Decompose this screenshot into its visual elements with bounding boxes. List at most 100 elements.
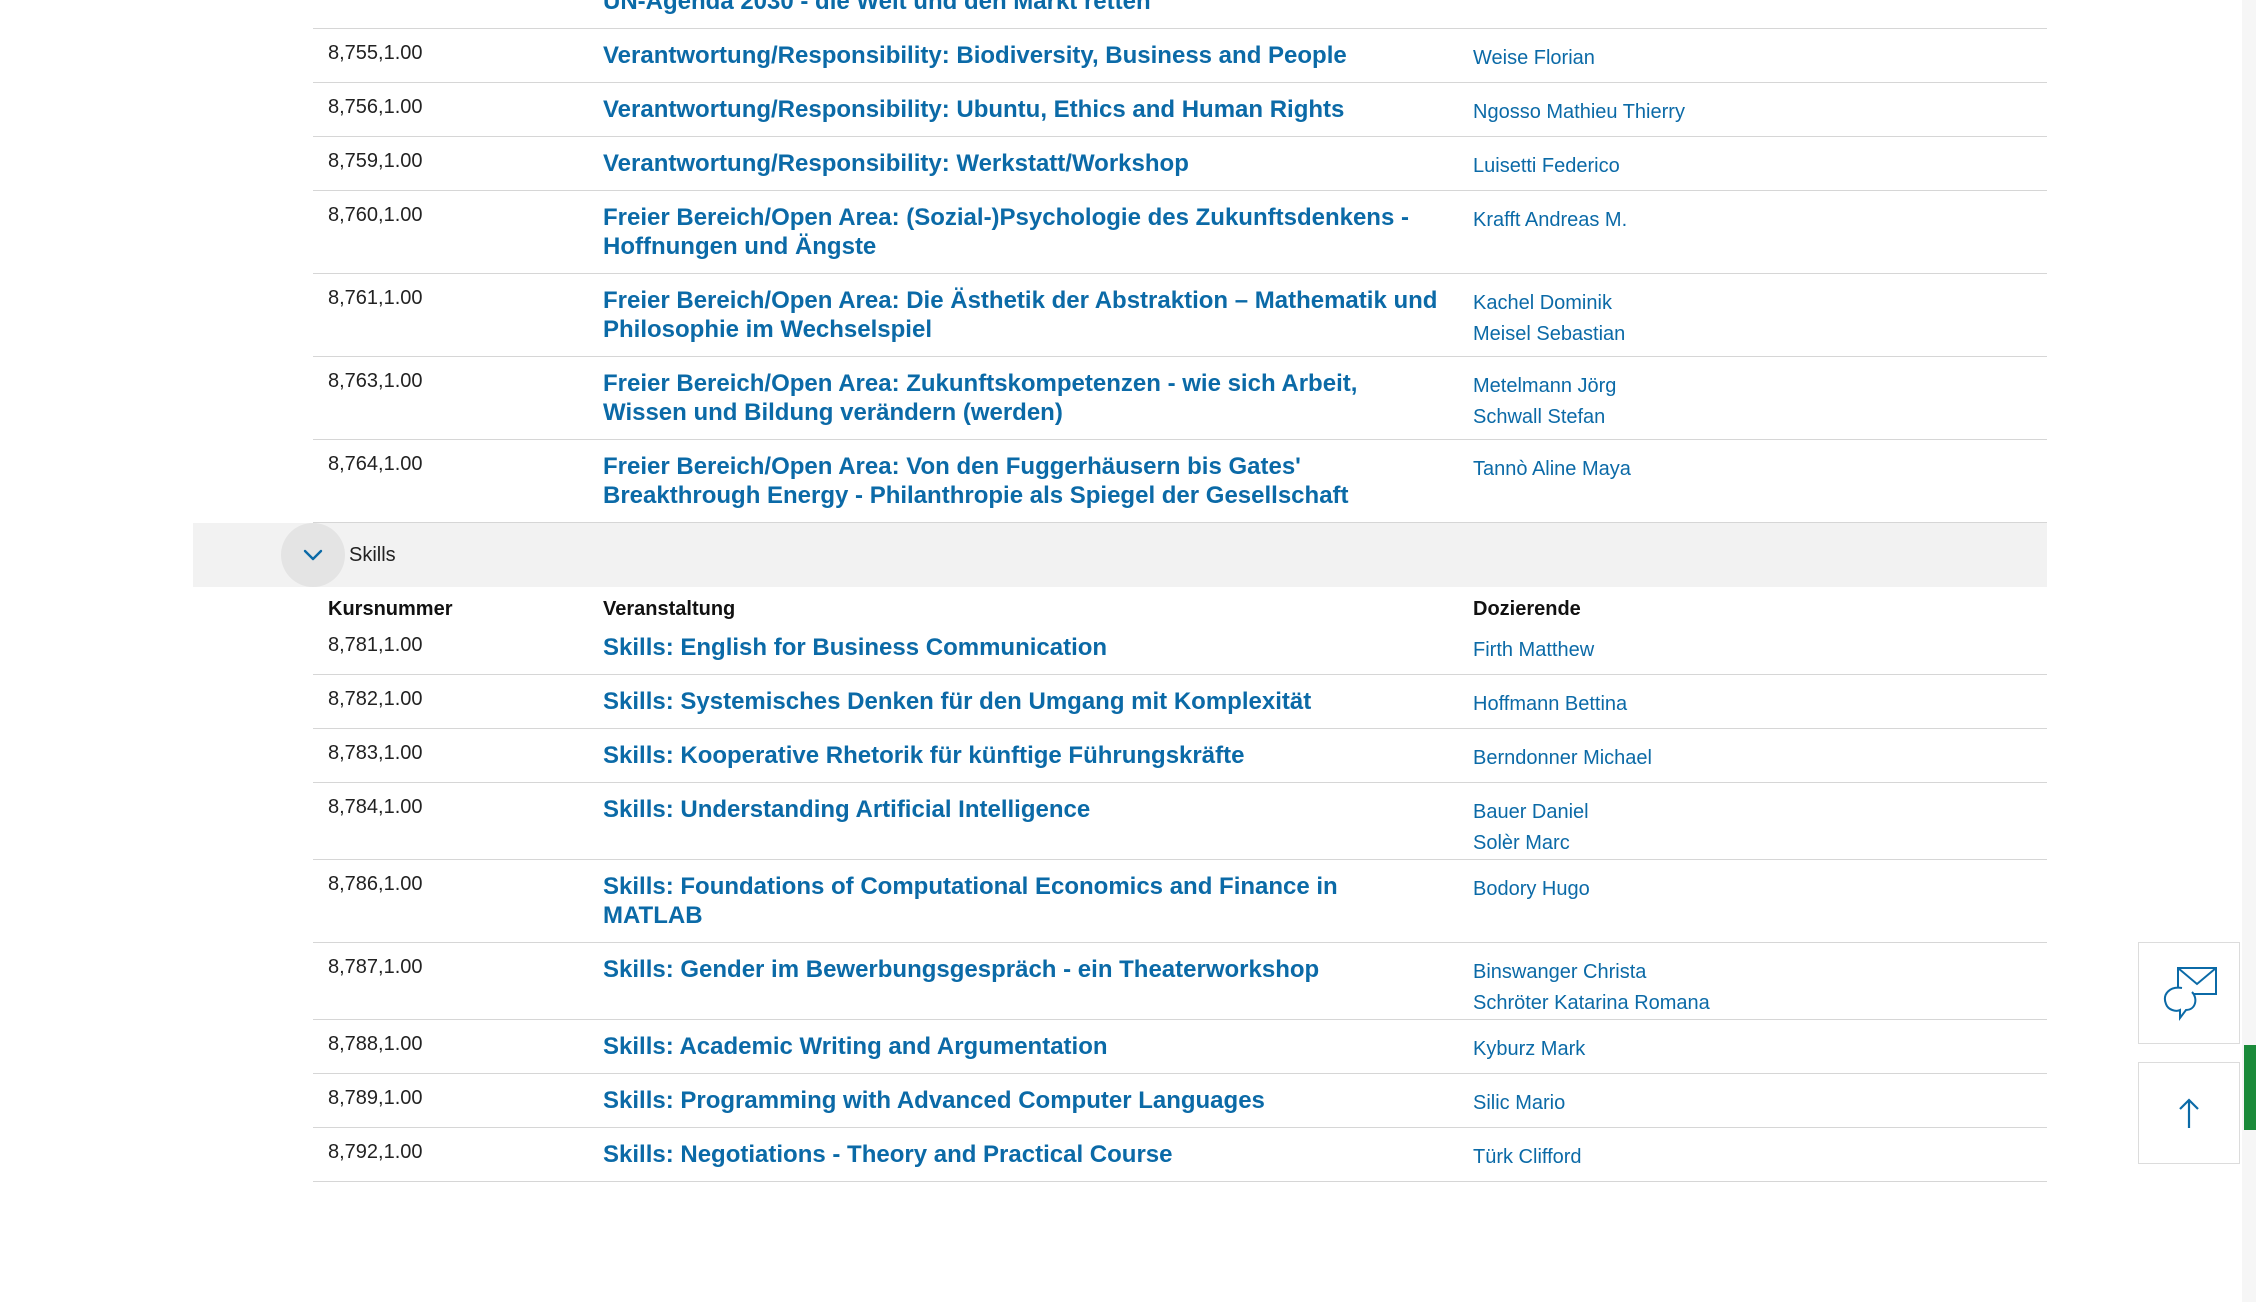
course-number: 8,783,1.00 bbox=[328, 742, 423, 764]
mail-chat-icon bbox=[2164, 967, 2217, 1021]
course-title-link[interactable]: Skills: Foundations of Computational Eco… bbox=[603, 860, 1473, 942]
table-row: 8,784,1.00 Skills: Understanding Artifici… bbox=[313, 783, 2047, 860]
lecturer-link[interactable]: Solèr Marc bbox=[1473, 828, 2047, 859]
course-title-link[interactable]: Skills: Systemisches Denken für den Umga… bbox=[603, 675, 1473, 728]
course-title-link[interactable]: Skills: English for Business Communicati… bbox=[603, 621, 1473, 674]
lecturer-list: Bodory Hugo bbox=[1473, 860, 2047, 942]
course-number: 8,789,1.00 bbox=[328, 1087, 423, 1109]
table-row: 8,783,1.00 Skills: Kooperative Rhetorik f… bbox=[313, 729, 2047, 783]
section-toggle-button[interactable] bbox=[281, 523, 345, 587]
lecturer-list: Binswanger Christa Schröter Katarina Roma… bbox=[1473, 943, 2047, 1019]
course-number: 8,759,1.00 bbox=[328, 150, 423, 172]
course-number: 8,755,1.00 bbox=[328, 42, 423, 64]
lecturer-list: Berndonner Michael bbox=[1473, 729, 2047, 782]
lecturer-link[interactable]: Weise Florian bbox=[1473, 43, 2047, 74]
chevron-down-icon bbox=[303, 549, 323, 561]
table-row: 8,759,1.00 Verantwortung/Responsibility: … bbox=[313, 137, 2047, 191]
skills-course-table: 8,781,1.00 Skills: English for Business C… bbox=[313, 621, 2047, 1182]
lecturer-link[interactable]: Ngosso Mathieu Thierry bbox=[1473, 97, 2047, 128]
section-label: Skills bbox=[349, 543, 396, 566]
table-row: 8,788,1.00 Skills: Academic Writing and A… bbox=[313, 1020, 2047, 1074]
lecturer-list: Ngosso Mathieu Thierry bbox=[1473, 83, 2047, 136]
lecturer-link[interactable]: Metelmann Jörg bbox=[1473, 371, 2047, 402]
table-row: 8,760,1.00 Freier Bereich/Open Area: (Soz… bbox=[313, 191, 2047, 274]
lecturer-link[interactable]: Schwall Stefan bbox=[1473, 402, 2047, 433]
course-number: 8,781,1.00 bbox=[328, 634, 423, 656]
lecturer-link[interactable]: Hoffmann Bettina bbox=[1473, 689, 2047, 720]
lecturer-link[interactable]: Krafft Andreas M. bbox=[1473, 205, 2047, 236]
lecturer-list: Kyburz Mark bbox=[1473, 1020, 2047, 1073]
lecturer-list: Bauer Daniel Solèr Marc bbox=[1473, 783, 2047, 859]
course-title-link[interactable]: Verantwortung/Responsibility: Biodiversi… bbox=[603, 29, 1473, 82]
table-row: 8,781,1.00 Skills: English for Business C… bbox=[313, 621, 2047, 675]
course-title-link[interactable]: Skills: Kooperative Rhetorik für künftig… bbox=[603, 729, 1473, 782]
course-title-link[interactable]: Verantwortung/Responsibility: Die nachha… bbox=[603, 0, 1473, 28]
lecturer-link[interactable]: Berndonner Michael bbox=[1473, 743, 2047, 774]
column-headers: Kursnummer Veranstaltung Dozierende bbox=[313, 587, 2047, 621]
course-number: 8,788,1.00 bbox=[328, 1033, 423, 1055]
course-title-link[interactable]: Skills: Negotiations - Theory and Practi… bbox=[603, 1128, 1473, 1181]
lecturer-list: Türk Clifford bbox=[1473, 1128, 2047, 1181]
lecturer-link[interactable]: Bodory Hugo bbox=[1473, 874, 2047, 905]
lecturer-list: Tannò Aline Maya bbox=[1473, 440, 2047, 522]
page: 8,750,1.00Verantwortung/Responsibility: … bbox=[0, 0, 2256, 1302]
contact-button[interactable] bbox=[2138, 942, 2240, 1044]
course-number: 8,761,1.00 bbox=[328, 287, 423, 309]
upper-course-table: 8,750,1.00Verantwortung/Responsibility: … bbox=[313, 0, 2047, 523]
lecturer-link[interactable]: Luisetti Federico bbox=[1473, 151, 2047, 182]
lecturer-link[interactable]: Schröter Katarina Romana bbox=[1473, 988, 2047, 1019]
lecturer-list: Metelmann Jörg Schwall Stefan bbox=[1473, 357, 2047, 439]
table-row: 8,786,1.00 Skills: Foundations of Computa… bbox=[313, 860, 2047, 943]
table-row: 8,761,1.00 Freier Bereich/Open Area: Die … bbox=[313, 274, 2047, 357]
lecturer-list: Weise Florian bbox=[1473, 29, 2047, 82]
course-title-link[interactable]: Freier Bereich/Open Area: (Sozial-)Psych… bbox=[603, 191, 1473, 273]
course-number: 8,787,1.00 bbox=[328, 956, 423, 978]
course-list: 8,750,1.00Verantwortung/Responsibility: … bbox=[0, 0, 2256, 1182]
course-title-link[interactable]: Freier Bereich/Open Area: Zukunftskompet… bbox=[603, 357, 1473, 439]
course-title-link[interactable]: Skills: Programming with Advanced Comput… bbox=[603, 1074, 1473, 1127]
lecturer-link[interactable]: Binswanger Christa bbox=[1473, 957, 2047, 988]
table-row: 8,756,1.00 Verantwortung/Responsibility: … bbox=[313, 83, 2047, 137]
lecturer-link[interactable]: Tannò Aline Maya bbox=[1473, 454, 2047, 485]
column-header-kursnummer: Kursnummer bbox=[328, 598, 453, 620]
scrollbar-thumb[interactable] bbox=[2244, 1045, 2256, 1130]
lecturer-list: Hoffmann Bettina bbox=[1473, 675, 2047, 728]
table-row: 8,750,1.00Verantwortung/Responsibility: … bbox=[313, 0, 2047, 29]
lecturer-link[interactable]: Kyburz Mark bbox=[1473, 1034, 2047, 1065]
column-header-dozierende: Dozierende bbox=[1473, 598, 1581, 620]
table-row: 8,764,1.00 Freier Bereich/Open Area: Von … bbox=[313, 440, 2047, 523]
course-title-link[interactable]: Skills: Gender im Bewerbungsgespräch - e… bbox=[603, 943, 1473, 1019]
lecturer-link[interactable]: Kachel Dominik bbox=[1473, 288, 2047, 319]
lecturer-list: Silic Mario bbox=[1473, 1074, 2047, 1127]
lecturer-link[interactable]: Bauer Daniel bbox=[1473, 797, 2047, 828]
table-row: 8,763,1.00 Freier Bereich/Open Area: Zuku… bbox=[313, 357, 2047, 440]
course-number: 8,782,1.00 bbox=[328, 688, 423, 710]
course-title-link[interactable]: Verantwortung/Responsibility: Ubuntu, Et… bbox=[603, 83, 1473, 136]
lecturer-link[interactable]: Türk Clifford bbox=[1473, 1142, 2047, 1173]
column-header-veranstaltung: Veranstaltung bbox=[603, 598, 736, 620]
course-title-link[interactable]: Verantwortung/Responsibility: Werkstatt/… bbox=[603, 137, 1473, 190]
course-title-link[interactable]: Freier Bereich/Open Area: Die Ästhetik d… bbox=[603, 274, 1473, 356]
course-title-link[interactable]: Freier Bereich/Open Area: Von den Fugger… bbox=[603, 440, 1473, 522]
course-number: 8,760,1.00 bbox=[328, 204, 423, 226]
table-row: 8,792,1.00 Skills: Negotiations - Theory … bbox=[313, 1128, 2047, 1182]
table-row: 8,755,1.00 Verantwortung/Responsibility: … bbox=[313, 29, 2047, 83]
table-row: 8,787,1.00 Skills: Gender im Bewerbungsge… bbox=[313, 943, 2047, 1020]
table-row: 8,789,1.00 Skills: Programming with Advan… bbox=[313, 1074, 2047, 1128]
table-row: 8,782,1.00 Skills: Systemisches Denken fü… bbox=[313, 675, 2047, 729]
arrow-up-icon bbox=[2179, 1098, 2199, 1128]
lecturer-list: Gertschen Alex bbox=[1473, 0, 2047, 28]
lecturer-link[interactable]: Meisel Sebastian bbox=[1473, 319, 2047, 350]
course-title-link[interactable]: Skills: Understanding Artificial Intelli… bbox=[603, 783, 1473, 859]
lecturer-link[interactable]: Silic Mario bbox=[1473, 1088, 2047, 1119]
lecturer-list: Kachel Dominik Meisel Sebastian bbox=[1473, 274, 2047, 356]
course-number: 8,763,1.00 bbox=[328, 370, 423, 392]
course-number: 8,756,1.00 bbox=[328, 96, 423, 118]
course-number: 8,786,1.00 bbox=[328, 873, 423, 895]
section-header-skills[interactable]: Skills bbox=[193, 523, 2047, 587]
lecturer-link[interactable]: Firth Matthew bbox=[1473, 635, 2047, 666]
course-number: 8,784,1.00 bbox=[328, 796, 423, 818]
course-title-link[interactable]: Skills: Academic Writing and Argumentati… bbox=[603, 1020, 1473, 1073]
scroll-top-button[interactable] bbox=[2138, 1062, 2240, 1164]
course-number: 8,792,1.00 bbox=[328, 1141, 423, 1163]
